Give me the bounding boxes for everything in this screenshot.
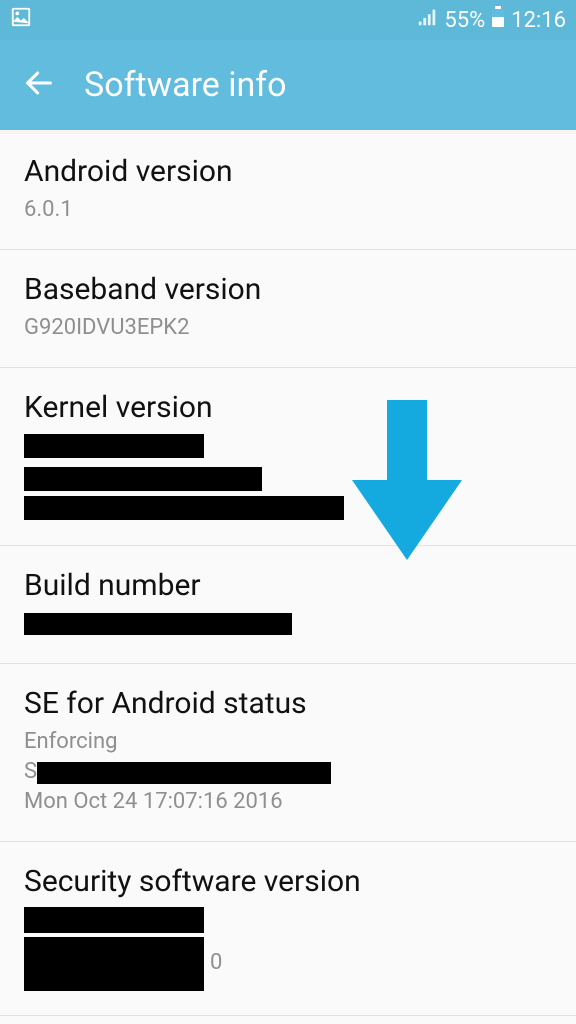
redaction	[24, 937, 204, 991]
redaction	[24, 434, 204, 458]
redaction	[24, 467, 262, 491]
row-value: Enforcing S Mon Oct 24 17:07:16 2016	[24, 727, 552, 817]
se-status-enforcing: Enforcing	[24, 729, 117, 754]
row-value	[24, 609, 552, 639]
battery-icon	[491, 6, 505, 34]
signal-icon	[416, 6, 438, 34]
redaction	[24, 496, 344, 520]
row-value: 0	[24, 905, 552, 991]
row-title: Baseband version	[24, 272, 552, 307]
row-security-software-version[interactable]: Security software version 0	[0, 842, 576, 1016]
row-title: Kernel version	[24, 390, 552, 425]
status-bar: 55% 12:16	[0, 0, 576, 40]
row-baseband-version[interactable]: Baseband version G920IDVU3EPK2	[0, 250, 576, 368]
row-title: SE for Android status	[24, 686, 552, 721]
row-value: G920IDVU3EPK2	[24, 313, 552, 343]
clock: 12:16	[511, 8, 566, 33]
sec-sw-trail: 0	[210, 950, 222, 975]
app-bar: Software info	[0, 40, 576, 130]
row-kernel-version[interactable]: Kernel version	[0, 368, 576, 546]
row-value	[24, 431, 552, 521]
se-status-date: Mon Oct 24 17:07:16 2016	[24, 789, 283, 814]
row-value: 6.0.1	[24, 195, 552, 225]
redaction	[24, 613, 292, 635]
se-status-line2-prefix: S	[24, 759, 37, 784]
row-knox-version[interactable]: KNOX version KNOX 2.6	[0, 1016, 576, 1024]
row-se-for-android-status[interactable]: SE for Android status Enforcing S Mon Oc…	[0, 664, 576, 842]
page-title: Software info	[84, 65, 287, 105]
redaction	[37, 762, 331, 784]
row-title: Android version	[24, 154, 552, 189]
battery-percent: 55%	[444, 8, 485, 33]
image-icon	[10, 6, 32, 34]
row-android-version[interactable]: Android version 6.0.1	[0, 132, 576, 250]
redaction	[24, 907, 204, 933]
back-button[interactable]	[22, 66, 56, 104]
row-title: Build number	[24, 568, 552, 603]
settings-list: Android version 6.0.1 Baseband version G…	[0, 130, 576, 1024]
row-title: Security software version	[24, 864, 552, 899]
row-build-number[interactable]: Build number	[0, 546, 576, 664]
